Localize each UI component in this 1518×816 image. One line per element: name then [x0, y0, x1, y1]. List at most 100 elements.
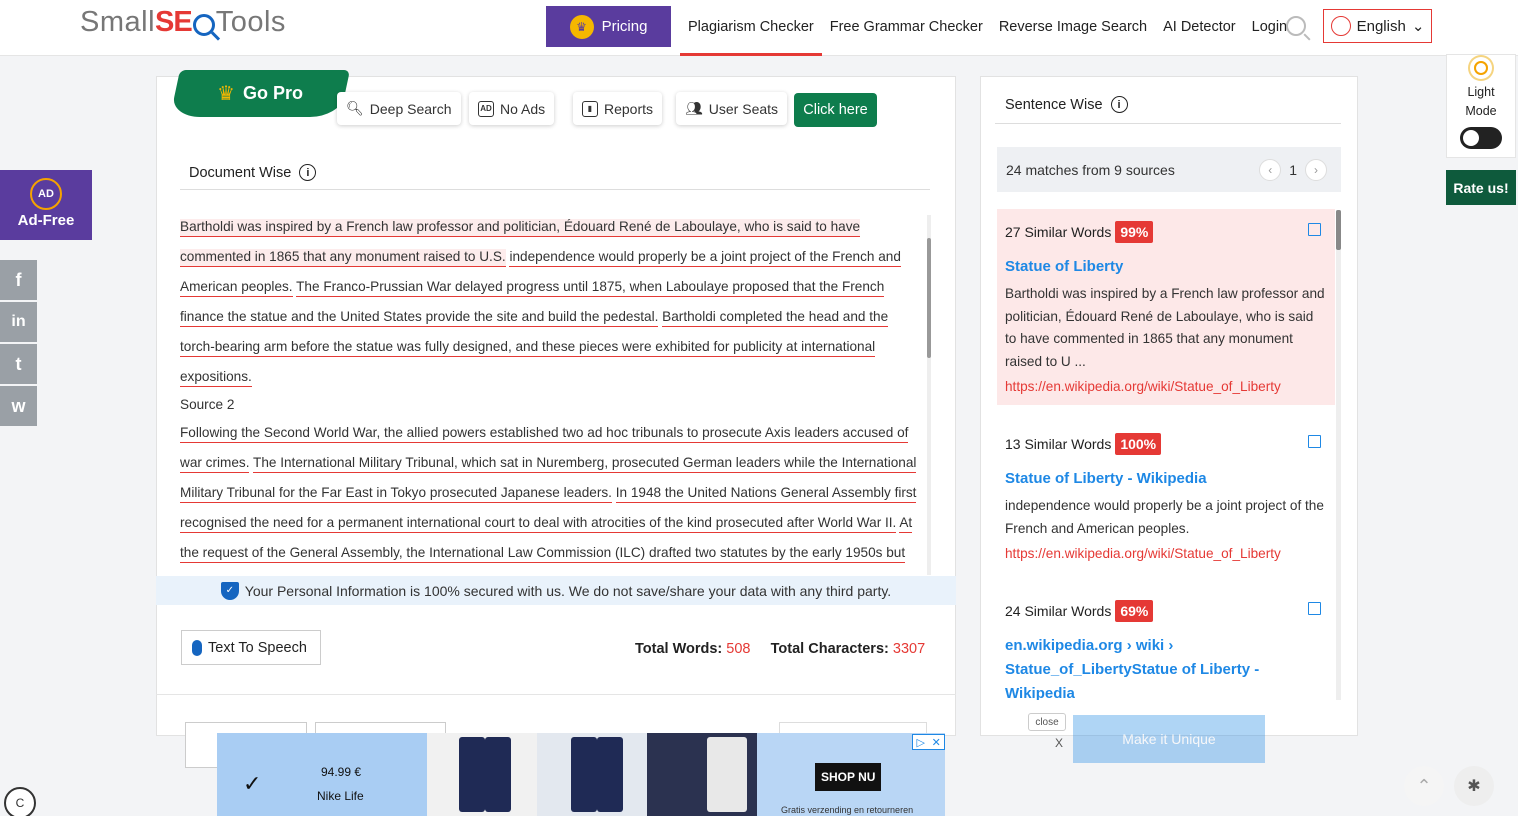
document-text[interactable]: Bartholdi was inspired by a French law p…	[180, 212, 925, 574]
ad-close-box[interactable]: ▷ ✕	[912, 734, 945, 750]
nav-grammar-checker[interactable]: Free Grammar Checker	[822, 0, 991, 56]
match-card[interactable]: 13 Similar Words 100% Statue of Liberty …	[997, 421, 1335, 572]
similar-words: 24 Similar Words	[1005, 603, 1112, 619]
light-mode-toggle[interactable]	[1460, 127, 1502, 149]
pants-image	[459, 737, 485, 812]
match-percent-badge: 100%	[1115, 433, 1162, 455]
bug-report-icon[interactable]: ✱	[1454, 766, 1494, 806]
security-text: Your Personal Information is 100% secure…	[244, 582, 892, 599]
scroll-top-icon[interactable]: ⌃	[1404, 766, 1444, 806]
divider	[995, 123, 1341, 124]
magnifier-logo-icon	[192, 13, 215, 36]
pricing-label: Pricing	[601, 18, 648, 35]
total-words-label: Total Words:	[635, 641, 723, 657]
page-number: 1	[1289, 161, 1297, 178]
match-percent-badge: 99%	[1115, 221, 1154, 243]
users-icon: 👥︎	[685, 100, 703, 116]
security-notice: ✓ Your Personal Information is 100% secu…	[156, 576, 956, 605]
ad-info-icon[interactable]: ▷	[913, 735, 929, 749]
globe-icon	[1330, 16, 1351, 36]
microphone-icon	[192, 639, 202, 656]
info-icon[interactable]: i	[1110, 96, 1128, 113]
nav-reverse-image-search[interactable]: Reverse Image Search	[991, 0, 1155, 56]
divider	[180, 189, 930, 190]
match-title[interactable]: en.wikipedia.org › wiki › Statue_of_Libe…	[1005, 634, 1327, 700]
document-scroll-thumb[interactable]	[927, 238, 931, 358]
shop-now-button[interactable]: SHOP NU	[815, 763, 882, 791]
make-it-unique-button[interactable]: Make it Unique	[1073, 715, 1265, 763]
match-url[interactable]: https://en.wikipedia.org/wiki/Statue_of_…	[1005, 379, 1327, 394]
consent-button[interactable]: C	[4, 787, 36, 816]
search-icon: 🔍︎	[346, 100, 364, 116]
search-icon[interactable]	[1286, 16, 1306, 36]
ad-nike-panel[interactable]: ✓ 94.99 € Nike Life	[217, 733, 427, 816]
similar-words: 27 Similar Words	[1005, 224, 1112, 240]
ad-product-image[interactable]	[537, 733, 647, 816]
external-link-icon[interactable]	[1308, 602, 1321, 615]
totals: Total Words: 508 Total Characters: 3307	[635, 641, 925, 657]
external-link-icon[interactable]	[1308, 223, 1321, 236]
pants-image	[597, 737, 623, 812]
hand-image	[707, 737, 747, 812]
pricing-button[interactable]: ♛ Pricing	[546, 6, 671, 47]
chevron-down-icon: ⌄	[1411, 18, 1425, 35]
twitter-share-icon[interactable]: t	[0, 344, 37, 384]
feature-no-ads[interactable]: AD No Ads	[469, 92, 555, 125]
sentence-scrollbar[interactable]	[1336, 210, 1341, 700]
facebook-share-icon[interactable]: f	[0, 260, 37, 300]
feature-reports[interactable]: ▮ Reports	[573, 92, 663, 125]
source-label: Source 2	[180, 397, 235, 412]
sun-icon	[1474, 61, 1488, 75]
go-pro-banner[interactable]: ♛ Go Pro	[170, 70, 350, 117]
info-icon[interactable]: i	[299, 164, 317, 181]
site-logo[interactable]: Small SE Tools	[80, 6, 286, 39]
text-to-speech-button[interactable]: Text To Speech	[181, 630, 321, 665]
total-chars-value: 3307	[892, 641, 926, 657]
sentence-scroll-thumb[interactable]	[1336, 210, 1341, 250]
whatsapp-share-icon[interactable]: w	[0, 386, 37, 426]
language-select[interactable]: English ⌄	[1323, 9, 1432, 43]
matches-summary: 24 matches from 9 sources	[1006, 161, 1175, 178]
ad-product-image[interactable]	[427, 733, 537, 816]
close-button[interactable]: close	[1028, 713, 1066, 731]
ad-shipping-text: Gratis verzending en retourneren	[781, 805, 914, 815]
feature-deep-search[interactable]: 🔍︎ Deep Search	[337, 92, 461, 125]
feature-label: Reports	[604, 100, 654, 117]
divider	[156, 694, 956, 695]
feature-label: No Ads	[500, 100, 546, 117]
sentence-wise-heading: Sentence Wise i	[1005, 96, 1128, 113]
nav-ai-detector[interactable]: AI Detector	[1155, 0, 1244, 56]
feature-user-seats[interactable]: 👥︎ User Seats	[676, 92, 788, 125]
external-link-icon[interactable]	[1308, 435, 1321, 448]
rate-us-button[interactable]: Rate us!	[1446, 170, 1516, 205]
total-chars-label: Total Characters:	[770, 641, 889, 657]
ad-close-icon[interactable]: ✕	[929, 735, 945, 749]
chevron-right-icon[interactable]: ›	[1305, 158, 1327, 181]
shield-check-icon: ✓	[220, 581, 239, 600]
ad-free-button[interactable]: AD Ad-Free	[0, 170, 92, 240]
tts-label: Text To Speech	[208, 639, 307, 656]
pants-image	[571, 737, 597, 812]
match-card[interactable]: 27 Similar Words 99% Statue of Liberty B…	[997, 209, 1335, 405]
ad-banner[interactable]: ✓ 94.99 € Nike Life SHOP NU Gratis verze…	[217, 733, 945, 816]
ad-product-image[interactable]	[647, 733, 757, 816]
feature-label: Deep Search	[369, 100, 452, 117]
heading-label: Document Wise	[189, 164, 292, 181]
match-percent-badge: 69%	[1115, 600, 1154, 622]
match-card[interactable]: 24 Similar Words 69% en.wikipedia.org › …	[997, 588, 1335, 700]
nav-plagiarism-checker[interactable]: Plagiarism Checker	[680, 0, 822, 56]
match-title[interactable]: Statue of Liberty - Wikipedia	[1005, 467, 1327, 491]
match-url[interactable]: https://en.wikipedia.org/wiki/Statue_of_…	[1005, 546, 1327, 561]
logo-seo: SE	[155, 6, 193, 38]
match-title[interactable]: Statue of Liberty	[1005, 255, 1327, 279]
light-mode-label: Light Mode	[1465, 85, 1497, 118]
linkedin-share-icon[interactable]: in	[0, 302, 37, 342]
click-here-button[interactable]: Click here	[794, 93, 877, 127]
heading-label: Sentence Wise	[1005, 96, 1103, 113]
close-x[interactable]: X	[1055, 736, 1063, 750]
ad-free-label: Ad-Free	[17, 212, 75, 229]
crown-icon: ♛	[569, 14, 594, 39]
top-header: Small SE Tools ♛ Pricing Plagiarism Chec…	[0, 0, 1518, 56]
chevron-left-icon[interactable]: ‹	[1259, 158, 1282, 181]
go-pro-label: Go Pro	[242, 83, 303, 103]
